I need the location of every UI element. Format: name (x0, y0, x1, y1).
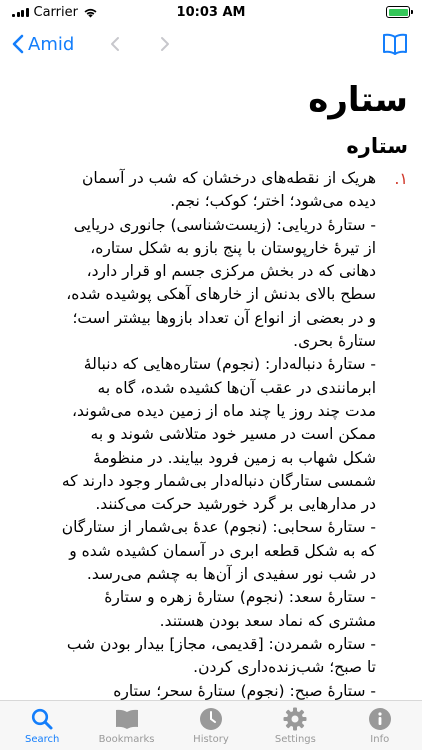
definition-line: - ستارهٔ سحابی: (نجوم) عدهٔ بی‌شمار از س… (61, 518, 376, 537)
entry-title: ستاره (346, 134, 408, 158)
status-time: 10:03 AM (176, 4, 246, 20)
chevron-left-icon (12, 34, 24, 54)
chevron-right-icon (161, 37, 170, 51)
signal-icon (12, 7, 29, 17)
definition-line: شکل شهاب به زمین فرود بیایند. در منظومهٔ (93, 448, 376, 467)
definition-line: مدت چند روز یا چند ماه از زمین دیده می‌ش… (72, 401, 376, 420)
definition-number: ۱. (394, 169, 408, 188)
definition-line: ابرمانندی در عقب آن‌ها کشیده شده، گاه به (97, 378, 376, 397)
definition-line: ستارهٔ بحری. (293, 332, 376, 351)
tab-bookmarks[interactable]: Bookmarks (87, 706, 167, 750)
battery-icon (386, 6, 413, 18)
definition-block: ۱. هریک از نقطه‌های درخشان که شب در آسما… (14, 167, 408, 703)
definition-line: دهانی که در بخش مرکزی جسم او قرار دارد، (86, 262, 376, 281)
tab-history[interactable]: History (171, 706, 251, 750)
tab-settings[interactable]: Settings (255, 706, 335, 750)
gear-icon (282, 706, 308, 732)
definition-line: - ستارهٔ دنباله‌دار: (نجوم) ستاره‌هایی ک… (83, 355, 376, 374)
page-title: ستاره (308, 80, 408, 120)
definition-line: - ستاره شمردن: [قدیمی، مجاز] بیدار بودن … (66, 634, 376, 653)
chevron-left-icon (111, 37, 120, 51)
tab-info-label: Info (370, 734, 390, 745)
status-right (386, 6, 413, 18)
tab-bar: Search Bookmarks History Settings Info (0, 700, 422, 750)
tab-bookmarks-label: Bookmarks (98, 734, 155, 745)
definition-line: در شب نور سفیدی از آن‌ها به چشم می‌رسد. (86, 565, 376, 584)
book-icon (114, 706, 140, 732)
definition-line: سطح بالای بدنش از خارهای آهکی پوشیده شده… (66, 285, 376, 304)
open-book-icon (383, 33, 407, 55)
definition-line: شمسی ستارگان دنباله‌دار بی‌شمار وجود دار… (61, 471, 376, 490)
book-button[interactable] (380, 29, 410, 59)
info-icon (367, 706, 393, 732)
tab-settings-label: Settings (274, 734, 316, 745)
back-label: Amid (28, 33, 75, 55)
definition-line: دیده می‌شود؛ اختر؛ کوکب؛ نجم. (170, 192, 376, 211)
back-button[interactable]: Amid (12, 34, 74, 55)
definition-line: در مدارهایی بر گرد خورشید حرکت می‌کنند. (95, 495, 376, 514)
definition-line: و در بعضی از انواع آن تعداد بازوها بیشتر… (72, 308, 376, 327)
previous-button[interactable] (104, 33, 126, 55)
navigation-bar: Amid (0, 26, 422, 62)
tab-history-label: History (193, 734, 229, 745)
history-arrows (104, 33, 176, 55)
clock-icon (198, 706, 224, 732)
definition-line: از تیرهٔ خارپوستان با پنج بازو به شکل ست… (90, 238, 376, 257)
wifi-icon (84, 8, 97, 17)
magnifier-icon (29, 706, 55, 732)
definition-line: که به شکل قطعه ابری در آسمان کشیده شده و (69, 541, 376, 560)
definition-line: هریک از نقطه‌های درخشان که شب در آسمان (82, 169, 376, 187)
definition-line: - ستارهٔ دریایی: (زیست‌شناسی) جانوری دری… (73, 215, 376, 234)
definition-line: تا صبح؛ شب‌زنده‌داری کردن. (193, 658, 376, 677)
definition-line: مشتری که نماد سعد بودن هستند. (159, 611, 376, 630)
status-bar: Carrier 10:03 AM (0, 0, 422, 24)
definition-text: هریک از نقطه‌های درخشان که شب در آسمان دی… (14, 167, 382, 703)
definition-line: ممکن است در مسیر خود متلاشی شوند و به (90, 425, 376, 444)
carrier-label: Carrier (33, 4, 78, 20)
next-button[interactable] (154, 33, 176, 55)
status-left: Carrier (12, 5, 98, 20)
tab-info[interactable]: Info (340, 706, 420, 750)
tab-search[interactable]: Search (2, 706, 82, 750)
tab-search-label: Search (25, 734, 60, 745)
definition-line: - ستارهٔ سعد: (نجوم) ستارهٔ زهره و ستاره… (104, 588, 376, 607)
battery-fill (388, 8, 408, 16)
